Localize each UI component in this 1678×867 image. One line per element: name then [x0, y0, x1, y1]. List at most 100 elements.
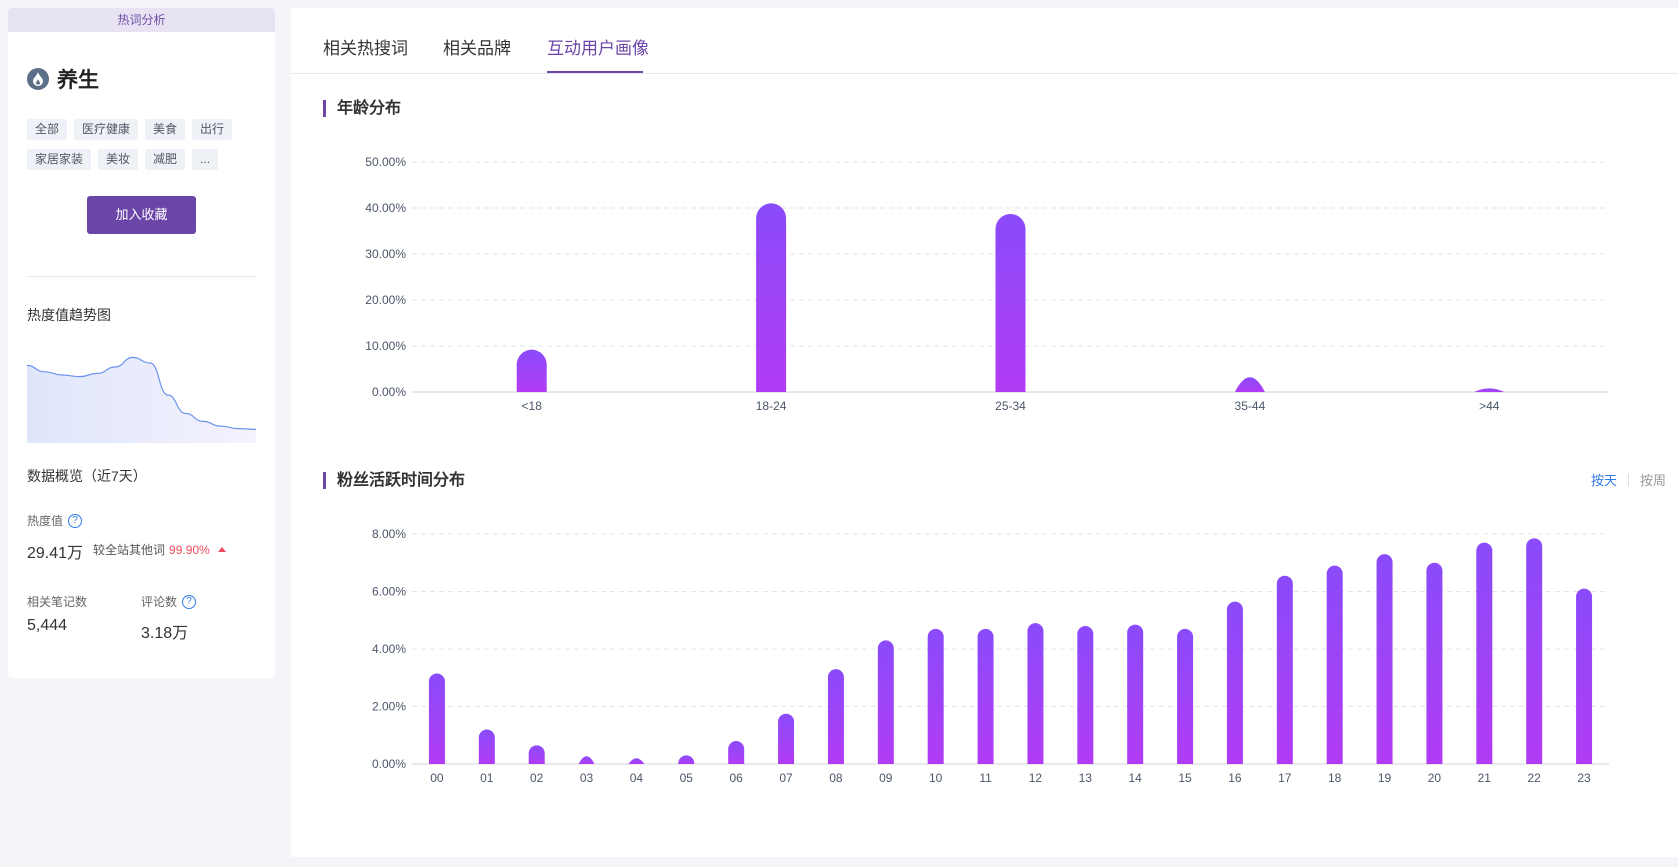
- category-tag[interactable]: 家居家装: [27, 149, 92, 170]
- bar-25-34[interactable]: [995, 213, 1026, 392]
- x-tick-label: <18: [522, 399, 543, 413]
- x-tick-label: 08: [829, 771, 843, 785]
- y-tick-label: 0.00%: [372, 757, 406, 771]
- x-tick-label: 04: [630, 771, 644, 785]
- main-panel: 相关热搜词 相关品牌 互动用户画像 年龄分布 0.00% 10.00% 20.00%…: [291, 8, 1678, 857]
- bar-12[interactable]: [1027, 623, 1044, 764]
- comments-label: 评论数 ?: [141, 593, 197, 610]
- divider: [27, 276, 256, 277]
- category-tag[interactable]: ...: [192, 149, 219, 170]
- x-tick-label: 25-34: [995, 399, 1026, 413]
- y-tick-label: 6.00%: [372, 585, 406, 599]
- x-tick-label: 11: [979, 771, 992, 785]
- category-tag[interactable]: 减肥: [145, 149, 186, 170]
- bar-03[interactable]: [578, 756, 595, 764]
- bar-01[interactable]: [478, 729, 495, 765]
- bar-18-24[interactable]: [756, 203, 787, 392]
- bar-<18[interactable]: [516, 349, 547, 392]
- sidebar-header: 热词分析: [8, 8, 275, 32]
- bar-23[interactable]: [1576, 588, 1593, 764]
- bar-14[interactable]: [1127, 624, 1144, 764]
- bar-07[interactable]: [778, 713, 795, 764]
- heat-trend-sparkline: [27, 356, 256, 443]
- tab-related-searches[interactable]: 相关热搜词: [323, 34, 408, 59]
- bar-11[interactable]: [977, 628, 994, 764]
- bar-05[interactable]: [678, 755, 695, 764]
- bar-02[interactable]: [528, 745, 545, 764]
- category-tag[interactable]: 出行: [192, 119, 233, 140]
- time-section-title: 粉丝活跃时间分布: [323, 472, 465, 489]
- bar-35-44[interactable]: [1234, 377, 1265, 392]
- category-tag[interactable]: 全部: [27, 119, 68, 140]
- bar-08[interactable]: [827, 669, 844, 764]
- notes-label: 相关笔记数: [27, 593, 87, 610]
- x-tick-label: 20: [1428, 771, 1442, 785]
- y-tick-label: 10.00%: [365, 339, 406, 353]
- bar-17[interactable]: [1276, 575, 1293, 764]
- x-tick-label: 07: [779, 771, 793, 785]
- category-tag[interactable]: 美食: [145, 119, 186, 140]
- bar-16[interactable]: [1226, 601, 1243, 764]
- compare-percent: 99.90%: [169, 542, 210, 557]
- bar-00[interactable]: [428, 673, 445, 764]
- x-tick-label: 06: [730, 771, 744, 785]
- keyword-row: 养生: [27, 64, 99, 94]
- x-tick-label: 09: [879, 771, 893, 785]
- bar-21[interactable]: [1476, 542, 1493, 764]
- x-tick-label: 13: [1079, 771, 1093, 785]
- x-tick-label: 10: [929, 771, 943, 785]
- x-tick-label: 16: [1228, 771, 1242, 785]
- comments-value: 3.18万: [141, 625, 189, 642]
- y-tick-label: 50.00%: [365, 155, 406, 169]
- heat-compare: 较全站其他词 99.90%: [93, 541, 226, 558]
- x-tick-label: 02: [530, 771, 544, 785]
- help-icon[interactable]: ?: [182, 594, 197, 609]
- heat-label-text: 热度值: [27, 514, 64, 528]
- heat-value: 29.41万: [27, 545, 84, 562]
- heat-label: 热度值 ?: [27, 512, 83, 529]
- y-tick-label: 40.00%: [365, 201, 406, 215]
- bar-22[interactable]: [1526, 538, 1543, 764]
- x-tick-label: 03: [580, 771, 594, 785]
- x-tick-label: 01: [480, 771, 494, 785]
- toggle-separator: [1627, 473, 1629, 486]
- overview-title: 数据概览（近7天）: [27, 468, 147, 484]
- tab-user-profile[interactable]: 互动用户画像: [547, 34, 649, 59]
- x-tick-label: 18: [1328, 771, 1342, 785]
- y-tick-label: 4.00%: [372, 642, 406, 656]
- category-tag[interactable]: 美妆: [98, 149, 139, 170]
- x-tick-label: >44: [1479, 399, 1500, 413]
- bar->44[interactable]: [1474, 388, 1505, 392]
- x-tick-label: 05: [680, 771, 694, 785]
- category-tag[interactable]: 医疗健康: [74, 119, 139, 140]
- bar-06[interactable]: [728, 741, 745, 764]
- x-tick-label: 19: [1378, 771, 1392, 785]
- bar-10[interactable]: [927, 628, 944, 764]
- bar-04[interactable]: [628, 758, 645, 764]
- add-favorite-button[interactable]: 加入收藏: [87, 196, 196, 234]
- bar-09[interactable]: [877, 640, 894, 764]
- category-tags: 全部 医疗健康 美食 出行家居家装 美妆 减肥...: [27, 119, 267, 179]
- up-arrow-icon: [217, 547, 226, 552]
- y-tick-label: 0.00%: [372, 385, 406, 399]
- help-icon[interactable]: ?: [68, 513, 83, 528]
- x-tick-label: 15: [1178, 771, 1192, 785]
- active-tab-underline: [547, 71, 643, 73]
- bar-13[interactable]: [1077, 626, 1094, 764]
- bar-15[interactable]: [1177, 628, 1194, 764]
- notes-label-text: 相关笔记数: [27, 595, 88, 609]
- bar-19[interactable]: [1376, 554, 1393, 764]
- y-tick-label: 2.00%: [372, 700, 406, 714]
- sparkline-area: [27, 357, 256, 443]
- tab-related-brands[interactable]: 相关品牌: [443, 34, 511, 59]
- age-distribution-chart: 0.00% 10.00% 20.00% 30.00% 40.00% 50.00% <18 18…: [365, 155, 1609, 413]
- age-section-title: 年龄分布: [323, 100, 401, 117]
- bar-20[interactable]: [1426, 562, 1443, 764]
- x-tick-label: 14: [1129, 771, 1143, 785]
- x-tick-label: 21: [1478, 771, 1492, 785]
- toggle-by-day[interactable]: 按天: [1591, 470, 1617, 489]
- granularity-toggle: 按天 按周: [1591, 470, 1666, 489]
- notes-value: 5,444: [27, 617, 68, 634]
- bar-18[interactable]: [1326, 565, 1343, 764]
- toggle-by-week[interactable]: 按周: [1640, 470, 1666, 489]
